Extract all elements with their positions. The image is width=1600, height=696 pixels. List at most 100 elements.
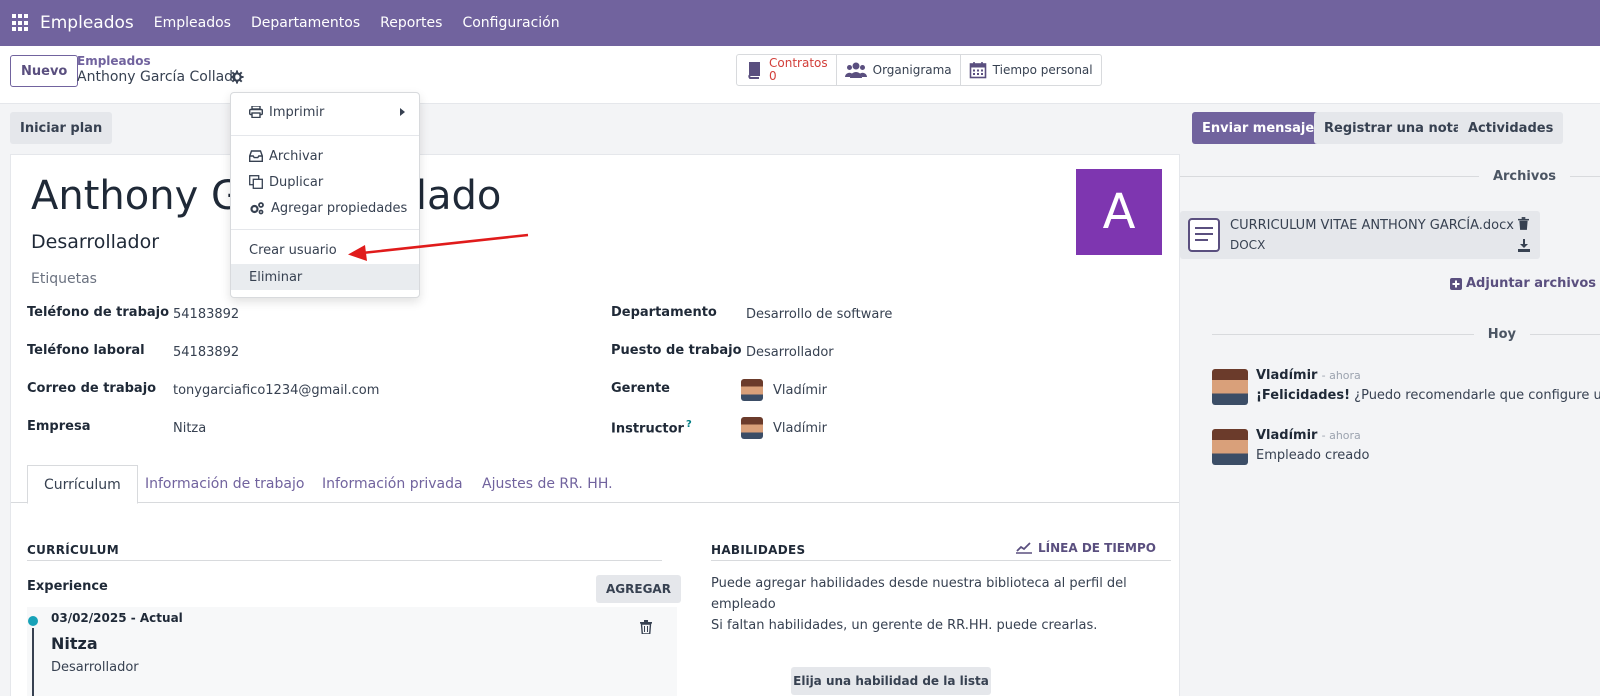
book-icon bbox=[748, 62, 760, 79]
plus-square-icon bbox=[1450, 277, 1462, 290]
manager-label: Gerente bbox=[611, 381, 671, 396]
coach-avatar bbox=[741, 417, 763, 439]
line-chart-icon bbox=[1016, 542, 1032, 554]
work-email-field[interactable]: tonygarciafico1234@gmail.com bbox=[173, 383, 379, 398]
nav-item-departamentos[interactable]: Departamentos bbox=[251, 15, 360, 31]
org-chart-smart-button[interactable]: Organigrama bbox=[837, 55, 961, 85]
tab-work-information[interactable]: Información de trabajo bbox=[129, 465, 320, 503]
resume-entry-role: Desarrollador bbox=[51, 660, 139, 675]
time-off-label: Tiempo personal bbox=[992, 63, 1093, 77]
tab-hr-settings[interactable]: Ajustes de RR. HH. bbox=[466, 465, 629, 503]
coach-field[interactable]: Vladímir bbox=[773, 421, 827, 436]
message-author-avatar[interactable] bbox=[1212, 429, 1248, 465]
breadcrumb-parent[interactable]: Empleados bbox=[77, 54, 151, 68]
timeline-rail bbox=[32, 628, 34, 696]
manager-avatar bbox=[741, 379, 763, 401]
top-navbar: Empleados Empleados Departamentos Report… bbox=[0, 0, 1600, 46]
message-body: ¡Felicidades! ¿Puedo recomendarle que co… bbox=[1256, 388, 1600, 403]
send-message-button[interactable]: Enviar mensaje bbox=[1192, 112, 1325, 144]
menu-item-duplicate-label: Duplicar bbox=[269, 174, 324, 190]
attachment-card[interactable]: CURRICULUM VITAE ANTHONY GARCÍA.docx DOC… bbox=[1180, 211, 1540, 259]
menu-item-print-label: Imprimir bbox=[269, 104, 325, 120]
trash-icon[interactable] bbox=[640, 620, 652, 634]
add-resume-line-button[interactable]: AGREGAR bbox=[596, 575, 681, 603]
timeline-link[interactable]: LÍNEA DE TIEMPO bbox=[1016, 541, 1156, 555]
contracts-count: 0 bbox=[769, 69, 777, 83]
attachment-type: DOCX bbox=[1230, 238, 1266, 252]
department-label: Departamento bbox=[611, 305, 717, 320]
today-label: Hoy bbox=[1487, 327, 1516, 342]
job-title-field[interactable]: Desarrollador bbox=[31, 231, 159, 253]
nav-item-reportes[interactable]: Reportes bbox=[380, 15, 442, 31]
menu-item-add-properties-label: Agregar propiedades bbox=[271, 200, 408, 216]
resume-entry-company: Nitza bbox=[51, 634, 98, 653]
inbox-icon bbox=[249, 150, 263, 162]
attachment-name[interactable]: CURRICULUM VITAE ANTHONY GARCÍA.docx bbox=[1230, 218, 1514, 233]
message-body: Empleado creado bbox=[1256, 448, 1370, 463]
tab-private-information[interactable]: Información privada bbox=[306, 465, 479, 503]
choose-skill-button[interactable]: Elija una habilidad de la lista bbox=[791, 667, 991, 695]
skills-help-line-2: Si faltan habilidades, un gerente de RR.… bbox=[711, 618, 1098, 633]
job-position-label: Puesto de trabajo bbox=[611, 343, 742, 358]
message-header: Vladímir - ahora bbox=[1256, 368, 1361, 383]
today-separator: Hoy bbox=[1212, 327, 1600, 342]
menu-item-print[interactable]: Imprimir bbox=[231, 99, 419, 125]
form-tabs: Currículum Información de trabajo Inform… bbox=[11, 465, 1179, 504]
coach-label: Instructor? bbox=[611, 419, 692, 436]
nav-item-configuracion[interactable]: Configuración bbox=[462, 15, 559, 31]
menu-item-archive-label: Archivar bbox=[269, 148, 323, 164]
contracts-smart-button[interactable]: Contratos 0 bbox=[737, 55, 837, 85]
tab-curriculum[interactable]: Currículum bbox=[27, 465, 138, 504]
manager-field[interactable]: Vladímir bbox=[773, 383, 827, 398]
gear-icon[interactable] bbox=[230, 70, 244, 84]
breadcrumb-current: Anthony García Collado bbox=[77, 69, 242, 85]
help-tooltip-icon[interactable]: ? bbox=[686, 419, 692, 430]
gear-action-menu: Imprimir Archivar Duplicar Agregar propi… bbox=[230, 92, 420, 298]
attach-files-link[interactable]: Adjuntar archivos bbox=[1450, 276, 1596, 291]
message-time: - ahora bbox=[1321, 429, 1361, 442]
log-note-button[interactable]: Registrar una nota bbox=[1314, 112, 1472, 144]
job-position-field[interactable]: Desarrollador bbox=[746, 345, 834, 360]
copy-icon bbox=[249, 175, 263, 189]
gears-icon bbox=[250, 202, 264, 215]
message-body-bold: ¡Felicidades! bbox=[1256, 388, 1351, 403]
employee-form-sheet: Anthony García Collado Desarrollador Eti… bbox=[10, 154, 1180, 696]
menu-item-add-properties[interactable]: Agregar propiedades bbox=[231, 195, 419, 221]
menu-item-duplicate[interactable]: Duplicar bbox=[231, 169, 419, 195]
message-time: - ahora bbox=[1321, 369, 1361, 382]
tags-field[interactable]: Etiquetas bbox=[31, 271, 97, 287]
employee-avatar[interactable]: A bbox=[1076, 169, 1162, 255]
users-icon bbox=[844, 62, 867, 78]
department-field[interactable]: Desarrollo de software bbox=[746, 307, 892, 322]
message-author[interactable]: Vladímir bbox=[1256, 368, 1317, 383]
resume-section-title: CURRÍCULUM bbox=[27, 543, 119, 557]
resume-entry-dates: 03/02/2025 - Actual bbox=[51, 611, 183, 625]
caret-right-icon bbox=[400, 108, 405, 116]
activities-button[interactable]: Actividades bbox=[1458, 112, 1564, 144]
new-button[interactable]: Nuevo bbox=[10, 55, 79, 87]
download-icon[interactable] bbox=[1518, 239, 1530, 252]
work-email-label: Correo de trabajo bbox=[27, 381, 157, 396]
skills-help-text: Puede agregar habilidades desde nuestra … bbox=[711, 573, 1131, 636]
resume-divider bbox=[27, 560, 662, 561]
work-phone-label: Teléfono de trabajo bbox=[27, 305, 170, 320]
message-author[interactable]: Vladímir bbox=[1256, 428, 1317, 443]
skills-section-title: HABILIDADES bbox=[711, 543, 806, 557]
message-author-avatar[interactable] bbox=[1212, 369, 1248, 405]
company-field[interactable]: Nitza bbox=[173, 421, 206, 436]
contracts-label: Contratos bbox=[769, 56, 828, 70]
work-phone-field[interactable]: 54183892 bbox=[173, 307, 239, 322]
apps-menu-icon[interactable] bbox=[12, 14, 30, 32]
app-name[interactable]: Empleados bbox=[40, 13, 134, 33]
mobile-phone-field[interactable]: 54183892 bbox=[173, 345, 239, 360]
delete-attachment-icon[interactable] bbox=[1518, 217, 1529, 230]
annotation-arrow-icon bbox=[348, 233, 529, 261]
menu-divider bbox=[231, 135, 419, 136]
start-plan-button[interactable]: Iniciar plan bbox=[10, 112, 113, 144]
menu-item-delete[interactable]: Eliminar bbox=[231, 264, 419, 290]
nav-item-empleados[interactable]: Empleados bbox=[154, 15, 231, 31]
time-off-smart-button[interactable]: Tiempo personal bbox=[961, 55, 1101, 85]
menu-item-archive[interactable]: Archivar bbox=[231, 143, 419, 169]
coach-label-text: Instructor bbox=[611, 421, 684, 437]
org-chart-label: Organigrama bbox=[872, 63, 952, 77]
